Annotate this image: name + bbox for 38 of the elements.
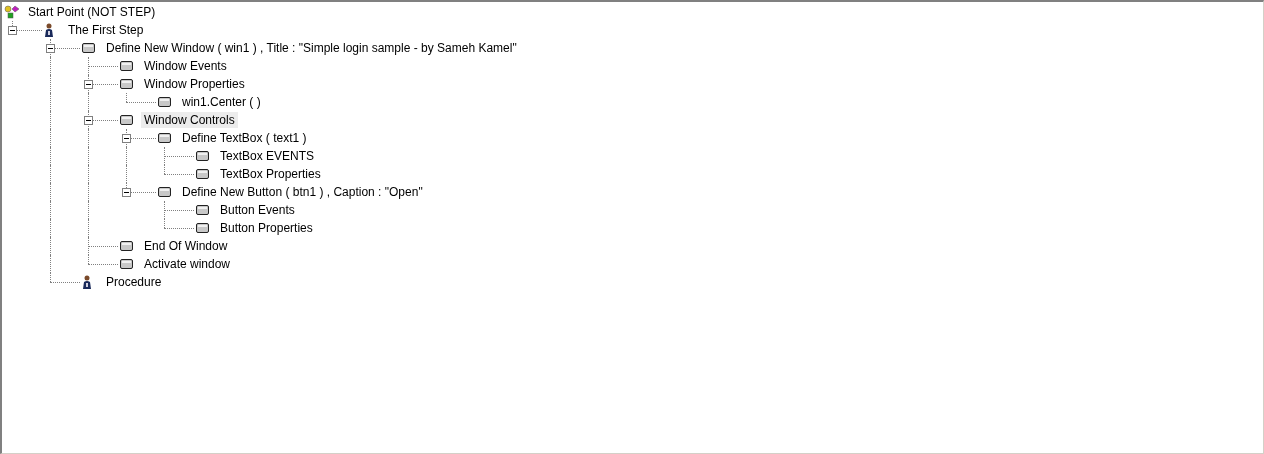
collapse-toggle[interactable] bbox=[46, 44, 55, 53]
block-icon bbox=[120, 61, 133, 71]
block-icon bbox=[120, 115, 133, 125]
tree-item[interactable]: Define New Window ( win1 ) , Title : "Simple login sample - by Sameh Kamel" bbox=[103, 40, 520, 56]
tree-item[interactable]: Start Point (NOT STEP) bbox=[25, 4, 159, 20]
block-icon bbox=[158, 133, 171, 143]
tree-item[interactable]: Define TextBox ( text1 ) bbox=[179, 130, 310, 146]
tree-item[interactable]: Define New Button ( btn1 ) , Caption : "Open" bbox=[179, 184, 426, 200]
collapse-toggle[interactable] bbox=[84, 80, 93, 89]
block-icon bbox=[196, 151, 209, 161]
block-icon bbox=[196, 223, 209, 233]
block-icon bbox=[120, 79, 133, 89]
tree-item[interactable]: Procedure bbox=[103, 274, 165, 290]
tree-item[interactable]: Window Controls bbox=[141, 112, 238, 128]
block-icon bbox=[196, 205, 209, 215]
block-icon bbox=[120, 259, 133, 269]
tree-item[interactable]: End Of Window bbox=[141, 238, 231, 254]
figure-icon bbox=[82, 275, 92, 289]
tree-item[interactable]: Window Properties bbox=[141, 76, 248, 92]
tree-item[interactable]: TextBox EVENTS bbox=[217, 148, 318, 164]
shapes-icon bbox=[4, 5, 20, 19]
tree-item[interactable]: Button Events bbox=[217, 202, 298, 218]
tree-item[interactable]: Activate window bbox=[141, 256, 234, 272]
block-icon bbox=[158, 187, 171, 197]
collapse-toggle[interactable] bbox=[84, 116, 93, 125]
collapse-toggle[interactable] bbox=[8, 26, 17, 35]
block-icon bbox=[158, 97, 171, 107]
figure-icon bbox=[44, 23, 54, 37]
collapse-toggle[interactable] bbox=[122, 134, 131, 143]
tree-item[interactable]: win1.Center ( ) bbox=[179, 94, 264, 110]
collapse-toggle[interactable] bbox=[122, 188, 131, 197]
tree-item[interactable]: Window Events bbox=[141, 58, 230, 74]
tree-item[interactable]: The First Step bbox=[65, 22, 147, 38]
block-icon bbox=[82, 43, 95, 53]
block-icon bbox=[120, 241, 133, 251]
tree-item[interactable]: TextBox Properties bbox=[217, 166, 324, 182]
tree-item[interactable]: Button Properties bbox=[217, 220, 316, 236]
block-icon bbox=[196, 169, 209, 179]
